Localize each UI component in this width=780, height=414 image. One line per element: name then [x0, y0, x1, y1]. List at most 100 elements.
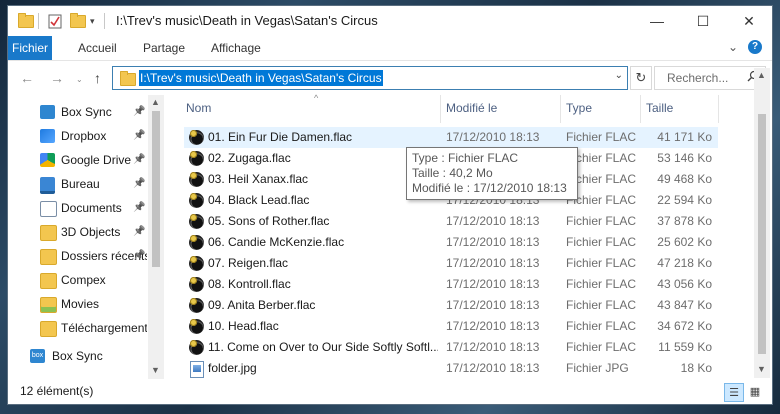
scroll-thumb[interactable] [758, 114, 766, 354]
file-size: 43 847 Ko [657, 298, 712, 312]
sidebar-item-dossiers-récents[interactable]: Dossiers récents 📌 [8, 245, 148, 267]
address-field[interactable]: I:\Trev's music\Death in Vegas\Satan's C… [112, 66, 628, 90]
column-header-name[interactable]: Nom [186, 101, 211, 115]
details-view-button[interactable]: ☰ [724, 383, 744, 402]
file-row[interactable]: 01. Ein Fur Die Damen.flac 17/12/2010 18:… [184, 127, 718, 148]
desktop-icon [40, 177, 55, 194]
file-row[interactable]: 08. Kontroll.flac 17/12/2010 18:13 Fichier… [184, 274, 718, 295]
sidebar-item-documents[interactable]: Documents 📌 [8, 197, 148, 219]
pin-icon[interactable]: 📌 [133, 202, 145, 213]
file-name: 03. Heil Xanax.flac [208, 172, 309, 186]
pin-icon[interactable]: 📌 [133, 178, 145, 189]
column-header-type[interactable]: Type [566, 101, 592, 115]
back-arrow-icon[interactable]: ← [20, 70, 34, 86]
minimize-button[interactable]: — [634, 6, 680, 36]
file-row[interactable]: folder.jpg 17/12/2010 18:13 Fichier JPG 18 … [184, 358, 718, 379]
pin-icon[interactable]: 📌 [133, 130, 145, 141]
audio-file-icon [189, 214, 204, 229]
file-size: 11 559 Ko [658, 340, 712, 354]
pin-icon[interactable]: 📌 [133, 154, 145, 165]
box-icon: box [30, 349, 45, 363]
header-divider [640, 95, 641, 123]
explorer-window: ▾ I:\Trev's music\Death in Vegas\Satan's… [8, 6, 772, 404]
nav-scrollbar[interactable]: ▲ ▼ [148, 95, 164, 379]
pin-icon[interactable]: 📌 [133, 250, 145, 261]
refresh-button[interactable]: ↻ [630, 66, 652, 90]
tooltip-size: Taille : 40,2 Mo [412, 166, 493, 180]
search-input[interactable]: Recherch... [654, 66, 766, 90]
sidebar-item-google-drive[interactable]: Google Drive 📌 [8, 149, 148, 171]
file-size: 47 218 Ko [657, 256, 712, 270]
folder-icon [40, 249, 57, 265]
address-path[interactable]: I:\Trev's music\Death in Vegas\Satan's C… [139, 70, 383, 86]
large-icons-view-button[interactable]: ▦ [746, 383, 764, 400]
file-modified: 17/12/2010 18:13 [446, 319, 540, 333]
file-type: Fichier FLAC [566, 193, 637, 207]
close-button[interactable]: ✕ [726, 6, 772, 36]
recent-locations-chevron-icon[interactable]: ⌄ [76, 75, 83, 84]
new-folder-icon[interactable] [70, 12, 86, 29]
nav-root-box-sync[interactable]: box Box Sync [8, 345, 148, 367]
pin-icon[interactable]: 📌 [133, 106, 145, 117]
file-row[interactable]: 05. Sons of Rother.flac 17/12/2010 18:13 F… [184, 211, 718, 232]
file-size: 37 878 Ko [657, 214, 712, 228]
tab-accueil[interactable]: Accueil [68, 36, 127, 60]
column-header-modified[interactable]: Modifié le [446, 101, 497, 115]
sidebar-item-label: Movies [61, 297, 100, 311]
nav-scroll-thumb[interactable] [152, 111, 160, 267]
tab-partage[interactable]: Partage [133, 36, 195, 60]
folder-green-icon [40, 297, 57, 313]
forward-arrow-icon[interactable]: → [50, 70, 64, 86]
file-modified: 17/12/2010 18:13 [446, 256, 540, 270]
file-row[interactable]: 07. Reigen.flac 17/12/2010 18:13 Fichier F… [184, 253, 718, 274]
sidebar-item-movies[interactable]: Movies [8, 293, 148, 315]
audio-file-icon [189, 277, 204, 292]
file-name: 08. Kontroll.flac [208, 277, 291, 291]
file-type: Fichier FLAC [566, 340, 637, 354]
file-size: 34 672 Ko [657, 319, 712, 333]
file-row[interactable]: 11. Come on Over to Our Side Softly Soft… [184, 337, 718, 358]
tab-fichier[interactable]: Fichier [8, 36, 52, 60]
maximize-button[interactable]: ☐ [680, 6, 726, 36]
file-type: Fichier JPG [566, 361, 629, 375]
sidebar-item-dropbox[interactable]: Dropbox 📌 [8, 125, 148, 147]
sidebar-item-compex[interactable]: Compex [8, 269, 148, 291]
sidebar-item-3d-objects[interactable]: 3D Objects 📌 [8, 221, 148, 243]
folder-icon [40, 225, 57, 241]
column-header-size[interactable]: Taille [646, 101, 673, 115]
file-name: 10. Head.flac [208, 319, 279, 333]
file-type: Fichier FLAC [566, 319, 637, 333]
file-name: 02. Zugaga.flac [208, 151, 291, 165]
search-placeholder: Recherch... [667, 71, 729, 85]
nav-scroll-down-icon[interactable]: ▼ [151, 365, 160, 375]
customize-toolbar-chevron-icon[interactable]: ▾ [90, 13, 95, 29]
qa-separator [38, 13, 39, 29]
up-arrow-icon[interactable]: ↑ [94, 70, 101, 86]
help-icon[interactable]: ? [748, 40, 762, 54]
app-folder-icon [18, 12, 34, 29]
file-row[interactable]: 10. Head.flac 17/12/2010 18:13 Fichier FLA… [184, 316, 718, 337]
scroll-up-icon[interactable]: ▲ [757, 70, 766, 80]
properties-icon[interactable] [48, 13, 62, 29]
pin-icon[interactable]: 📌 [133, 226, 145, 237]
file-size: 43 056 Ko [657, 277, 712, 291]
file-size: 18 Ko [680, 361, 712, 375]
tab-affichage[interactable]: Affichage [201, 36, 271, 60]
file-name: 06. Candie McKenzie.flac [208, 235, 345, 249]
details-view-icon: ☰ [729, 387, 739, 399]
scroll-down-icon[interactable]: ▼ [757, 364, 766, 374]
file-list-scrollbar[interactable]: ▲ ▼ [754, 68, 770, 378]
sidebar-item-box-sync[interactable]: Box Sync 📌 [8, 101, 148, 123]
file-modified: 17/12/2010 18:13 [446, 235, 540, 249]
file-modified: 17/12/2010 18:13 [446, 340, 540, 354]
status-bar: 12 élément(s) ☰ ▦ [8, 379, 772, 404]
file-row[interactable]: 09. Anita Berber.flac 17/12/2010 18:13 Fic… [184, 295, 718, 316]
expand-ribbon-chevron-icon[interactable]: ⌄ [728, 40, 738, 54]
nav-scroll-up-icon[interactable]: ▲ [151, 97, 160, 107]
sidebar-item-téléchargements[interactable]: Téléchargements [8, 317, 148, 339]
sidebar-item-bureau[interactable]: Bureau 📌 [8, 173, 148, 195]
address-dropdown-chevron-icon[interactable]: ⌄ [615, 70, 623, 81]
dropbox-icon [40, 129, 55, 143]
file-row[interactable]: 06. Candie McKenzie.flac 17/12/2010 18:13… [184, 232, 718, 253]
audio-file-icon [189, 256, 204, 271]
